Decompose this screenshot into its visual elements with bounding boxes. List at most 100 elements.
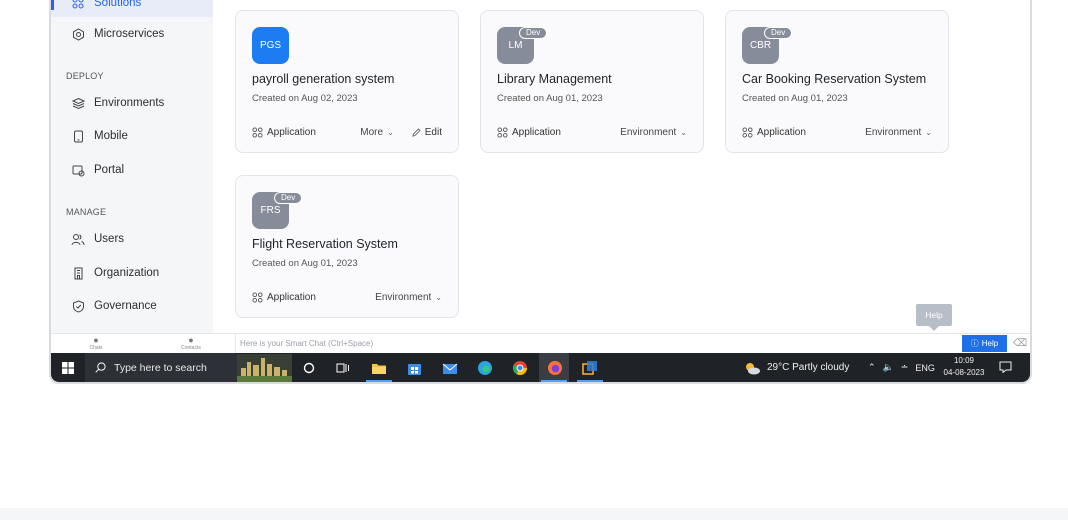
application-type: Application (742, 127, 806, 138)
microservices-icon (71, 27, 85, 41)
grid-icon (252, 291, 263, 303)
solution-title[interactable]: Flight Reservation System (252, 237, 398, 251)
help-button[interactable]: ⓘ Help (962, 335, 1007, 352)
solution-card[interactable]: LM Dev Library Management Created on Aug… (480, 10, 704, 153)
notifications-icon[interactable] (999, 360, 1012, 378)
speaker-icon[interactable]: 🔈 (883, 362, 894, 373)
grid-icon (71, 0, 85, 10)
cortana-icon[interactable] (299, 358, 319, 378)
shield-icon (71, 299, 85, 313)
person-icon: ● (188, 335, 194, 345)
microsoft-store-icon[interactable] (404, 358, 424, 378)
card-footer: Application Environment ⌄ (742, 125, 932, 139)
environment-label: Environment (865, 126, 922, 138)
sidebar-item-organization[interactable]: Organization (51, 259, 213, 287)
partly-cloudy-icon (743, 361, 761, 375)
environment-dropdown[interactable]: Environment ⌄ (620, 127, 687, 138)
task-view-icon[interactable] (333, 358, 353, 378)
sidebar: Solutions Microservices DEPLOY Environme… (51, 0, 213, 333)
sidebar-item-solutions[interactable]: Solutions (51, 0, 213, 17)
question-circle-icon: ⓘ (970, 339, 979, 348)
clock-time: 10:09 (953, 356, 975, 365)
chats-button[interactable]: ● Chats (81, 335, 111, 352)
weather-widget[interactable]: 29°C Partly cloudy (743, 353, 849, 382)
application-type-label: Application (757, 126, 806, 138)
firefox-browser-icon[interactable] (545, 358, 565, 378)
solution-title[interactable]: Library Management (497, 72, 612, 86)
sidebar-item-microservices[interactable]: Microservices (51, 20, 213, 48)
weather-text: 29°C Partly cloudy (767, 362, 850, 373)
chats-label: Chats (89, 345, 103, 351)
chrome-browser-icon[interactable] (510, 358, 530, 378)
grid-icon (252, 126, 263, 138)
taskbar-search[interactable]: Type here to search (85, 353, 237, 382)
edit-button[interactable]: Edit (412, 127, 442, 138)
search-icon (95, 362, 106, 373)
application-type: Application (497, 127, 561, 138)
sidebar-item-users[interactable]: Users (51, 225, 213, 253)
solutions-grid: PGS payroll generation system Created on… (213, 0, 1030, 333)
chevron-down-icon: ⌄ (680, 127, 687, 137)
solution-created-date: Created on Aug 01, 2023 (742, 93, 848, 104)
smart-chat-input[interactable]: Here is your Smart Chat (Ctrl+Space) (235, 334, 963, 353)
system-tray: ⌃ 🔈 ∸ ENG (868, 353, 935, 382)
sidebar-item-label: Solutions (94, 0, 142, 9)
environment-badge: Dev (764, 27, 793, 39)
sidebar-item-label: Organization (94, 267, 160, 279)
sidebar-item-label: Governance (94, 300, 157, 312)
solution-title[interactable]: payroll generation system (252, 72, 394, 86)
chevron-down-icon: ⌄ (435, 292, 442, 302)
sidebar-item-portal[interactable]: Portal (51, 156, 213, 184)
help-tooltip: Help (916, 304, 952, 331)
taskbar-clock[interactable]: 10:09 04-08-2023 (942, 355, 986, 379)
windows-taskbar: Type here to search 29°C Partly cloudy ⌃… (51, 353, 1030, 382)
sidebar-item-mobile[interactable]: Mobile (51, 122, 213, 150)
section-label-deploy: DEPLOY (66, 71, 104, 81)
chevron-down-icon: ⌄ (387, 127, 394, 137)
more-dropdown[interactable]: More ⌄ (360, 127, 394, 138)
page-bottom-strip (0, 508, 1068, 520)
environment-dropdown[interactable]: Environment ⌄ (375, 292, 442, 303)
solution-created-date: Created on Aug 01, 2023 (497, 93, 603, 104)
solution-avatar: PGS (252, 27, 289, 64)
mail-icon[interactable] (440, 358, 460, 378)
wifi-icon[interactable]: ∸ (901, 362, 909, 373)
solution-card[interactable]: PGS payroll generation system Created on… (235, 10, 459, 153)
sidebar-item-governance[interactable]: Governance (51, 292, 213, 320)
environment-label: Environment (620, 126, 677, 138)
pencil-icon (412, 127, 421, 137)
app-window: Solutions Microservices DEPLOY Environme… (49, 0, 1032, 384)
solution-card[interactable]: CBR Dev Car Booking Reservation System C… (725, 10, 949, 153)
sidebar-item-label: Environments (94, 97, 165, 109)
card-footer: Application Environment ⌄ (252, 290, 442, 304)
solution-created-date: Created on Aug 02, 2023 (252, 93, 358, 104)
sidebar-item-label: Mobile (94, 130, 128, 142)
application-type-label: Application (267, 126, 316, 138)
solution-title[interactable]: Car Booking Reservation System (742, 72, 926, 86)
solution-card[interactable]: FRS Dev Flight Reservation System Create… (235, 175, 459, 318)
chevron-up-icon[interactable]: ⌃ (868, 362, 876, 373)
building-icon (71, 266, 85, 280)
clock-date: 04-08-2023 (943, 368, 985, 377)
trash-icon[interactable]: ⌫ (1013, 338, 1027, 349)
contacts-button[interactable]: ● Contacts (176, 335, 206, 352)
help-label: Help (981, 339, 999, 348)
snipping-tool-icon[interactable] (580, 358, 600, 378)
chat-bubble-icon: ● (93, 335, 99, 345)
edge-browser-icon[interactable] (475, 358, 495, 378)
layers-icon (71, 96, 85, 110)
solution-created-date: Created on Aug 01, 2023 (252, 258, 358, 269)
portal-icon (71, 163, 85, 177)
windows-start-icon[interactable] (51, 353, 85, 382)
section-label-manage: MANAGE (66, 207, 107, 217)
mobile-icon (71, 129, 85, 143)
contacts-label: Contacts (181, 345, 201, 351)
application-type: Application (252, 127, 316, 138)
file-explorer-icon[interactable] (369, 358, 389, 378)
sidebar-item-environments[interactable]: Environments (51, 89, 213, 117)
application-type: Application (252, 292, 316, 303)
environment-dropdown[interactable]: Environment ⌄ (865, 127, 932, 138)
grid-icon (742, 126, 753, 138)
more-label: More (360, 126, 384, 138)
language-indicator[interactable]: ENG (915, 363, 935, 373)
